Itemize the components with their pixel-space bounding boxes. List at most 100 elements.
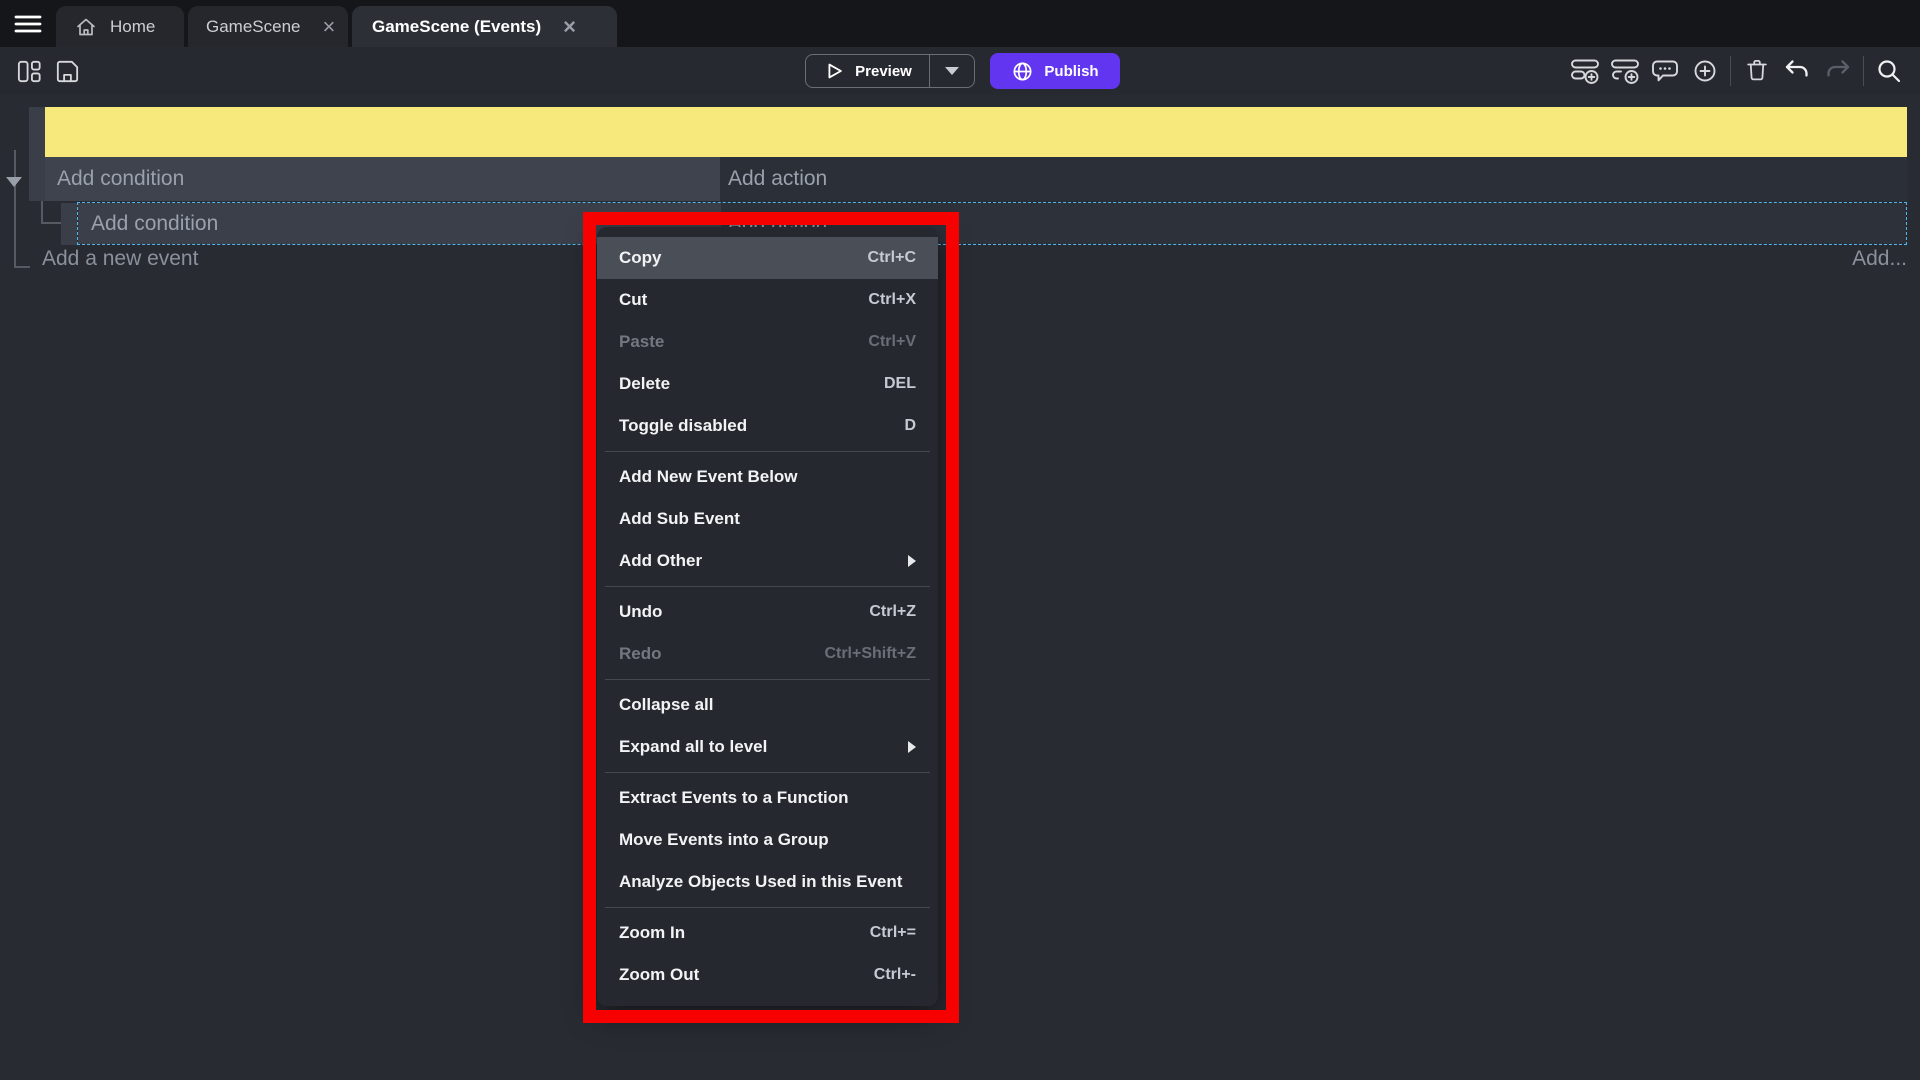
menu-item-label: Analyze Objects Used in this Event [619, 872, 902, 892]
save-icon [53, 57, 82, 86]
publish-button[interactable]: Publish [990, 53, 1120, 89]
add-subevent-button[interactable] [1609, 55, 1641, 87]
search-button[interactable] [1873, 55, 1905, 87]
menu-separator [605, 907, 930, 908]
preview-options-button[interactable] [930, 55, 974, 87]
menu-item-shortcut: Ctrl+C [868, 249, 916, 267]
add-condition-label: Add condition [57, 167, 184, 191]
home-icon [74, 15, 98, 39]
menu-item-label: Collapse all [619, 695, 713, 715]
tree-line [41, 200, 43, 224]
globe-icon [1011, 60, 1034, 83]
menu-item-label: Move Events into a Group [619, 830, 829, 850]
tree-line [14, 266, 30, 268]
search-icon [1874, 56, 1904, 86]
tab-gamescene[interactable]: GameScene × [188, 6, 348, 47]
toolbar-separator [1863, 56, 1864, 86]
undo-button[interactable] [1781, 55, 1813, 87]
menu-item-paste: Paste Ctrl+V [597, 321, 938, 363]
preview-button-group: Preview [805, 54, 975, 88]
add-new-event-link[interactable]: Add a new event [42, 247, 198, 271]
menu-item-expand-all-to-level[interactable]: Expand all to level [597, 726, 938, 768]
menu-item-toggle-disabled[interactable]: Toggle disabledD [597, 405, 938, 447]
tab-home[interactable]: Home [56, 6, 184, 47]
menu-item-label: Undo [619, 602, 662, 622]
hamburger-icon [13, 10, 43, 38]
add-more-link[interactable]: Add... [1852, 247, 1907, 271]
choose-add-button[interactable] [1689, 55, 1721, 87]
redo-button[interactable] [1822, 55, 1854, 87]
add-comment-button[interactable] [1649, 55, 1681, 87]
save-button[interactable] [51, 55, 83, 87]
menu-item-label: Paste [619, 332, 664, 352]
menu-item-copy[interactable]: Copy Ctrl+C [597, 237, 938, 279]
tab-bar: Home GameScene × GameScene (Events) × [0, 0, 1920, 47]
delete-button[interactable] [1741, 55, 1773, 87]
menu-item-cut[interactable]: Cut Ctrl+X [597, 279, 938, 321]
chevron-down-icon [945, 67, 959, 75]
menu-item-zoom-out[interactable]: Zoom Out Ctrl+- [597, 954, 938, 996]
layout-icon [15, 57, 44, 86]
menu-item-redo: RedoCtrl+Shift+Z [597, 633, 938, 675]
menu-item-shortcut: Ctrl+= [870, 924, 916, 942]
tree-line [14, 150, 16, 268]
menu-separator [605, 772, 930, 773]
menu-item-undo[interactable]: Undo Ctrl+Z [597, 591, 938, 633]
menu-item-label: Toggle disabled [619, 416, 747, 436]
tab-label: GameScene [206, 17, 301, 37]
menu-item-shortcut: Ctrl+X [868, 291, 916, 309]
trash-icon [1743, 57, 1771, 85]
add-action-label: Add action [728, 167, 827, 191]
add-event-icon [1570, 56, 1600, 86]
add-event-button[interactable] [1569, 55, 1601, 87]
submenu-arrow-icon [908, 555, 916, 567]
toggle-panels-button[interactable] [13, 55, 45, 87]
main-menu-button[interactable] [8, 7, 48, 41]
play-icon [823, 60, 845, 82]
preview-button[interactable]: Preview [806, 55, 929, 87]
menu-item-label: Cut [619, 290, 647, 310]
add-condition-cell[interactable]: Add condition [45, 157, 720, 201]
menu-item-move-events-into-a-group[interactable]: Move Events into a Group [597, 819, 938, 861]
menu-item-shortcut: Ctrl+- [874, 966, 916, 984]
menu-item-shortcut: Ctrl+Z [869, 603, 916, 621]
menu-separator [605, 451, 930, 452]
events-sheet: Add condition Add action Add condition A… [0, 95, 1920, 1080]
menu-item-extract-events-to-a-function[interactable]: Extract Events to a Function [597, 777, 938, 819]
menu-separator [605, 586, 930, 587]
menu-item-label: Expand all to level [619, 737, 767, 757]
menu-item-add-other[interactable]: Add Other [597, 540, 938, 582]
add-condition-label: Add condition [91, 212, 218, 236]
toolbar-separator [1730, 56, 1731, 86]
menu-item-analyze-objects-used-in-this-event[interactable]: Analyze Objects Used in this Event [597, 861, 938, 903]
menu-item-label: Copy [619, 248, 662, 268]
menu-item-shortcut: Ctrl+V [868, 333, 916, 351]
menu-item-delete[interactable]: DeleteDEL [597, 363, 938, 405]
menu-item-label: Add Other [619, 551, 702, 571]
menu-item-label: Zoom In [619, 923, 685, 943]
add-action-cell[interactable]: Add action [720, 157, 1907, 201]
menu-separator [605, 679, 930, 680]
context-menu: CopyCtrl+CCutCtrl+XPasteCtrl+VDeleteDELT… [597, 227, 938, 1006]
close-tab-icon[interactable]: × [323, 17, 336, 37]
publish-label: Publish [1044, 63, 1098, 80]
tab-gamescene-events[interactable]: GameScene (Events) × [352, 6, 617, 47]
comment-icon [1650, 56, 1680, 86]
gdevelop-events-editor: Home GameScene × GameScene (Events) × [0, 0, 1920, 1080]
event-drag-handle[interactable] [61, 203, 77, 245]
collapse-event-icon[interactable] [6, 177, 22, 187]
menu-item-label: Zoom Out [619, 965, 699, 985]
preview-label: Preview [855, 63, 912, 80]
menu-item-add-new-event-below[interactable]: Add New Event Below [597, 456, 938, 498]
event-drag-handle[interactable] [29, 107, 45, 201]
menu-item-collapse-all[interactable]: Collapse all [597, 684, 938, 726]
menu-item-label: Extract Events to a Function [619, 788, 849, 808]
menu-item-shortcut: Ctrl+Shift+Z [824, 645, 916, 663]
menu-item-label: Delete [619, 374, 670, 394]
add-subevent-icon [1610, 56, 1640, 86]
selected-event-bar[interactable] [45, 107, 1907, 157]
tab-label: GameScene (Events) [372, 17, 541, 37]
menu-item-add-sub-event[interactable]: Add Sub Event [597, 498, 938, 540]
menu-item-zoom-in[interactable]: Zoom In Ctrl+= [597, 912, 938, 954]
close-tab-icon[interactable]: × [563, 17, 576, 37]
